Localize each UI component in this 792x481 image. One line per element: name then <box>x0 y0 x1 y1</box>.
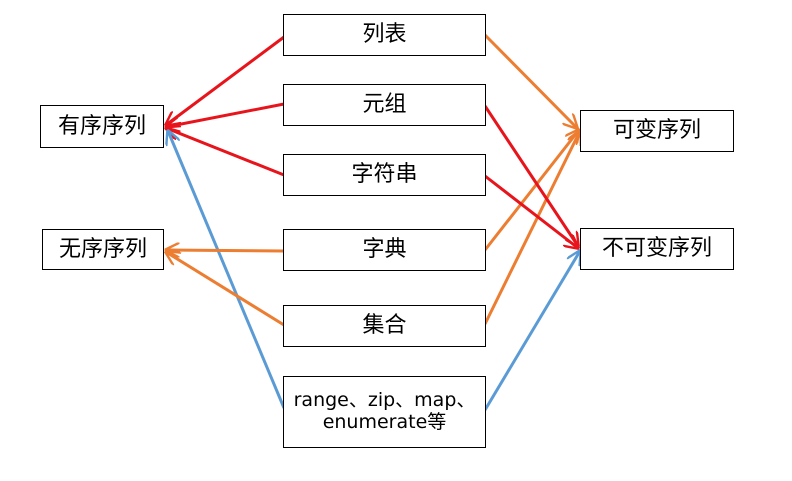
node-set-label: 集合 <box>362 313 407 339</box>
arrow-tuple-to-ordered <box>166 102 285 127</box>
node-ordered-sequence: 有序序列 <box>40 105 164 148</box>
diagram-canvas: 有序序列 无序序列 列表 元组 字符串 字典 集合 range、zip、map、… <box>0 0 792 481</box>
arrow-string-to-immutable <box>484 174 578 248</box>
node-list-label: 列表 <box>362 22 407 48</box>
node-mutable-sequence: 可变序列 <box>580 110 734 152</box>
arrow-others-to-ordered <box>168 131 286 409</box>
node-dict-label: 字典 <box>362 237 407 263</box>
arrow-set-to-unordered <box>166 252 285 327</box>
node-tuple-label: 元组 <box>362 92 407 118</box>
node-set: 集合 <box>283 305 486 347</box>
node-immutable-sequence: 不可变序列 <box>580 228 734 270</box>
node-unordered-sequence: 无序序列 <box>42 229 164 270</box>
node-list: 列表 <box>283 14 486 56</box>
arrow-others-to-immutable <box>483 251 580 411</box>
node-other-iterables: range、zip、map、 enumerate等 <box>283 376 486 448</box>
arrow-list-to-mutable <box>483 33 577 128</box>
node-tuple: 元组 <box>283 84 486 126</box>
node-other-iterables-line1: range、zip、map、 <box>293 389 476 412</box>
node-string: 字符串 <box>283 154 486 196</box>
node-other-iterables-line2: enumerate等 <box>322 411 447 433</box>
node-unordered-sequence-label: 无序序列 <box>58 236 147 262</box>
node-immutable-sequence-label: 不可变序列 <box>601 236 712 262</box>
node-string-label: 字符串 <box>351 162 418 188</box>
node-mutable-sequence-label: 可变序列 <box>612 118 701 144</box>
node-ordered-sequence-label: 有序序列 <box>57 113 146 139</box>
arrow-dict-to-unordered <box>166 250 285 251</box>
arrow-dict-to-mutable <box>483 130 579 251</box>
arrow-list-to-ordered <box>166 35 285 125</box>
arrow-tuple-to-immutable <box>483 105 578 246</box>
node-dict: 字典 <box>283 229 486 271</box>
